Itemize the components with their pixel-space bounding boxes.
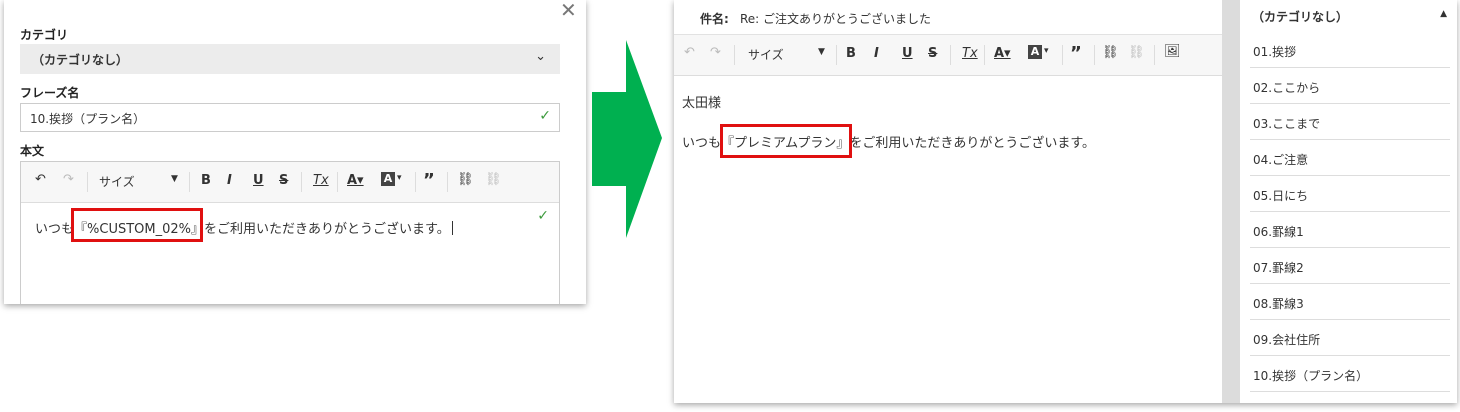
body-editor[interactable]: ↶ ↷ サイズ ▼ B I U S Tx A▾ A ▾ ” ⛓ ⛓ いつも『%C… (20, 161, 560, 304)
body-prefix: いつも (682, 136, 722, 151)
scrollbar[interactable] (1222, 0, 1240, 403)
greeting-text[interactable]: 太田様 (682, 92, 721, 111)
highlight-box (720, 124, 852, 158)
phrase-item[interactable]: 09.会社住所 (1250, 320, 1450, 356)
collapse-arrow-icon: ▲ (1440, 9, 1447, 19)
underline-icon[interactable]: U (253, 173, 264, 188)
subject-label: 件名: (700, 12, 729, 26)
size-dropdown-arrow-icon: ▼ (818, 47, 825, 57)
unlink-icon[interactable]: ⛓ (1128, 45, 1145, 60)
phrase-item[interactable]: 03.ここまで (1250, 104, 1450, 140)
body-label: 本文 (20, 144, 45, 158)
subject-value[interactable]: Re: ご注文ありがとうございました (740, 10, 931, 27)
undo-icon[interactable]: ↶ (684, 45, 695, 60)
image-icon[interactable]: 🖼 (1164, 44, 1181, 59)
check-icon: ✓ (537, 208, 549, 224)
phrase-item[interactable]: 04.ご注意 (1250, 140, 1450, 176)
italic-icon[interactable]: I (874, 46, 879, 61)
phrase-name-value: 10.挨拶（プラン名） (30, 112, 146, 126)
phrase-edit-dialog: ✕ カテゴリ （カテゴリなし） ⌄ フレーズ名 10.挨拶（プラン名） ✓ 本文… (4, 0, 586, 304)
category-select-value: （カテゴリなし） (32, 53, 129, 67)
link-icon[interactable]: ⛓ (457, 172, 474, 187)
strikethrough-icon[interactable]: S (279, 173, 288, 188)
category-header[interactable]: （カテゴリなし） ▲ (1240, 0, 1457, 32)
category-header-label: （カテゴリなし） (1252, 10, 1349, 24)
link-icon[interactable]: ⛓ (1102, 45, 1119, 60)
highlight-box (71, 208, 203, 242)
phrase-list-panel: （カテゴリなし） ▲ 01.挨拶 02.ここから 03.ここまで 04.ご注意 … (1240, 0, 1457, 403)
phrase-name-label: フレーズ名 (20, 86, 80, 100)
phrase-name-input[interactable]: 10.挨拶（プラン名） ✓ (20, 103, 560, 132)
font-size-dropdown[interactable]: サイズ (99, 173, 135, 190)
phrase-item[interactable]: 01.挨拶 (1250, 32, 1450, 68)
text-caret (451, 221, 453, 235)
phrase-item[interactable]: 02.ここから (1250, 68, 1450, 104)
redo-icon[interactable]: ↷ (710, 45, 721, 60)
phrase-item[interactable]: 05.日にち (1250, 176, 1450, 212)
arrow-right-icon (592, 40, 662, 238)
blockquote-icon[interactable]: ” (423, 170, 435, 191)
editor-toolbar: ↶ ↷ サイズ ▼ B I U S Tx A▾ A ▾ ” ⛓ ⛓ (21, 162, 559, 203)
close-icon[interactable]: ✕ (560, 0, 577, 22)
check-icon: ✓ (539, 108, 551, 124)
undo-icon[interactable]: ↶ (35, 172, 46, 187)
phrase-item[interactable]: 07.罫線2 (1250, 248, 1450, 284)
bg-color-arrow-icon: ▾ (397, 173, 402, 183)
subject-bar: 件名: Re: ご注文ありがとうございました (674, 0, 1222, 35)
clear-format-icon[interactable]: Tx (313, 173, 329, 188)
bold-icon[interactable]: B (846, 46, 856, 61)
phrase-item[interactable]: 08.罫線3 (1250, 284, 1450, 320)
size-dropdown-arrow-icon: ▼ (171, 174, 178, 184)
body-prefix: いつも (35, 222, 75, 237)
clear-format-icon[interactable]: Tx (962, 46, 978, 61)
redo-icon[interactable]: ↷ (63, 172, 74, 187)
font-size-dropdown[interactable]: サイズ (748, 46, 784, 63)
background-color-icon[interactable]: A (1028, 45, 1042, 59)
category-select[interactable]: （カテゴリなし） ⌄ (20, 44, 560, 74)
blockquote-icon[interactable]: ” (1070, 43, 1082, 64)
phrase-item[interactable]: 06.罫線1 (1250, 212, 1450, 248)
italic-icon[interactable]: I (227, 173, 232, 188)
underline-icon[interactable]: U (902, 46, 913, 61)
category-label: カテゴリ (20, 28, 69, 42)
editor-toolbar: ↶ ↷ サイズ ▼ B I U S Tx A▾ A ▾ ” ⛓ ⛓ 🖼 (674, 35, 1222, 76)
mail-compose-view: 件名: Re: ご注文ありがとうございました ↶ ↷ サイズ ▼ B I U S… (674, 0, 1457, 403)
body-suffix: をご利用いただきありがとうございます。 (849, 136, 1096, 151)
phrase-item[interactable]: 10.挨拶（プラン名） (1250, 356, 1450, 392)
font-color-icon[interactable]: A▾ (347, 173, 364, 188)
bold-icon[interactable]: B (201, 173, 211, 188)
font-color-icon[interactable]: A▾ (994, 46, 1011, 61)
chevron-down-icon: ⌄ (535, 49, 546, 64)
body-suffix: をご利用いただきありがとうございます。 (204, 222, 450, 237)
bg-color-arrow-icon: ▾ (1044, 46, 1049, 56)
unlink-icon[interactable]: ⛓ (485, 172, 502, 187)
strikethrough-icon[interactable]: S (928, 46, 937, 61)
background-color-icon[interactable]: A (381, 172, 395, 186)
